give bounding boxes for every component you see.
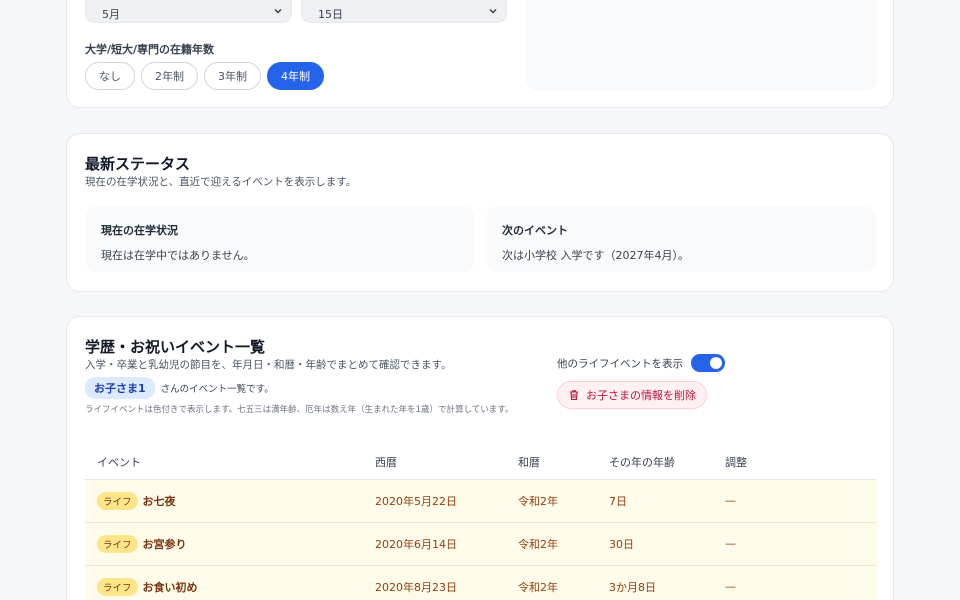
column-header-adjust: 調整 [725,446,877,480]
event-cell: ライフ お七夜 [85,479,375,523]
month-select[interactable]: 5月 [85,0,292,23]
child-suffix-text: さんのイベント一覧です。 [160,384,274,395]
day-select[interactable]: 15日 [301,0,507,23]
date-cell: 2020年6月14日 [375,522,518,566]
column-header-event: イベント [85,446,375,480]
life-event-toggle-label: 他のライフイベントを表示 [557,358,683,370]
events-card: 学歴・お祝いイベント一覧 入学・卒業と乳幼児の節目を、年月日・和暦・年齢でまとめ… [66,316,894,600]
child-name-badge: お子さま1 [85,377,155,399]
table-row: ライフ お七夜 2020年5月22日 令和2年 7日 — [85,479,877,523]
events-title: 学歴・お祝いイベント一覧 [85,338,266,356]
adjust-cell: — [725,479,877,523]
years-option-none[interactable]: なし [85,62,135,90]
life-badge: ライフ [97,491,138,510]
child-row: お子さま1 さんのイベント一覧です。 [85,377,274,399]
event-name: お宮参り [142,537,187,551]
adjust-cell: — [725,565,877,600]
age-cell: 3か月8日 [609,565,725,600]
column-header-wareki: 和暦 [518,446,609,480]
next-event-value: 次は小学校 入学です（2027年4月）。 [502,249,689,262]
years-option-4[interactable]: 4年制 [267,62,324,90]
status-card: 最新ステータス 現在の在学状況と、直近で迎えるイベントを表示します。 現在の在学… [66,133,894,292]
current-status-value: 現在は在学中ではありません。 [101,249,255,262]
preview-panel [525,0,877,91]
current-status-box: 現在の在学状況 現在は在学中ではありません。 [85,206,475,272]
event-name: お食い初め [142,580,198,594]
event-cell: ライフ お宮参り [85,522,375,566]
status-description: 現在の在学状況と、直近で迎えるイベントを表示します。 [85,176,357,188]
month-select-value: 5月 [102,8,120,21]
age-cell: 7日 [609,479,725,523]
day-select-value: 15日 [318,8,343,21]
table-row: ライフ お宮参り 2020年6月14日 令和2年 30日 — [85,522,877,566]
event-name: お七夜 [142,494,176,508]
chevron-down-icon [274,8,282,14]
toggle-knob [710,357,722,369]
table-row: ライフ お食い初め 2020年8月23日 令和2年 3か月8日 — [85,565,877,600]
next-event-box: 次のイベント 次は小学校 入学です（2027年4月）。 [486,206,876,272]
wareki-cell: 令和2年 [518,522,609,566]
event-cell: ライフ お食い初め [85,565,375,600]
next-event-label: 次のイベント [502,224,568,237]
life-badge: ライフ [97,534,138,553]
years-label: 大学/短大/専門の在籍年数 [85,43,215,56]
wareki-cell: 令和2年 [518,565,609,600]
date-cell: 2020年5月22日 [375,479,518,523]
wareki-cell: 令和2年 [518,479,609,523]
status-title: 最新ステータス [85,155,191,173]
date-cell: 2020年8月23日 [375,565,518,600]
events-description: 入学・卒業と乳幼児の節目を、年月日・和暦・年齢でまとめて確認できます。 [85,359,452,371]
delete-child-label: お子さまの情報を削除 [586,389,696,402]
enrollment-card: 5月 15日 大学/短大/専門の在籍年数 なし 2年制 3年制 4年制 [66,0,894,108]
column-header-date: 西暦 [375,446,518,480]
current-status-label: 現在の在学状況 [101,224,178,237]
life-event-note: ライフイベントは色付きで表示します。七五三は満年齢、厄年は数え年（生まれた年を1… [85,405,514,415]
life-badge: ライフ [97,577,138,596]
delete-child-button[interactable]: お子さまの情報を削除 [557,381,707,409]
chevron-down-icon [489,8,497,14]
years-option-2[interactable]: 2年制 [141,62,198,90]
events-table: イベント 西暦 和暦 その年の年齢 調整 ライフ お七夜 2020年5月22日 令… [85,446,877,600]
age-cell: 30日 [609,522,725,566]
adjust-cell: — [725,522,877,566]
years-option-group: なし 2年制 3年制 4年制 [85,62,324,90]
column-header-age: その年の年齢 [609,446,725,480]
life-event-toggle[interactable] [691,354,725,372]
trash-icon [570,390,578,401]
years-option-3[interactable]: 3年制 [204,62,261,90]
table-header-row: イベント 西暦 和暦 その年の年齢 調整 [85,446,877,480]
